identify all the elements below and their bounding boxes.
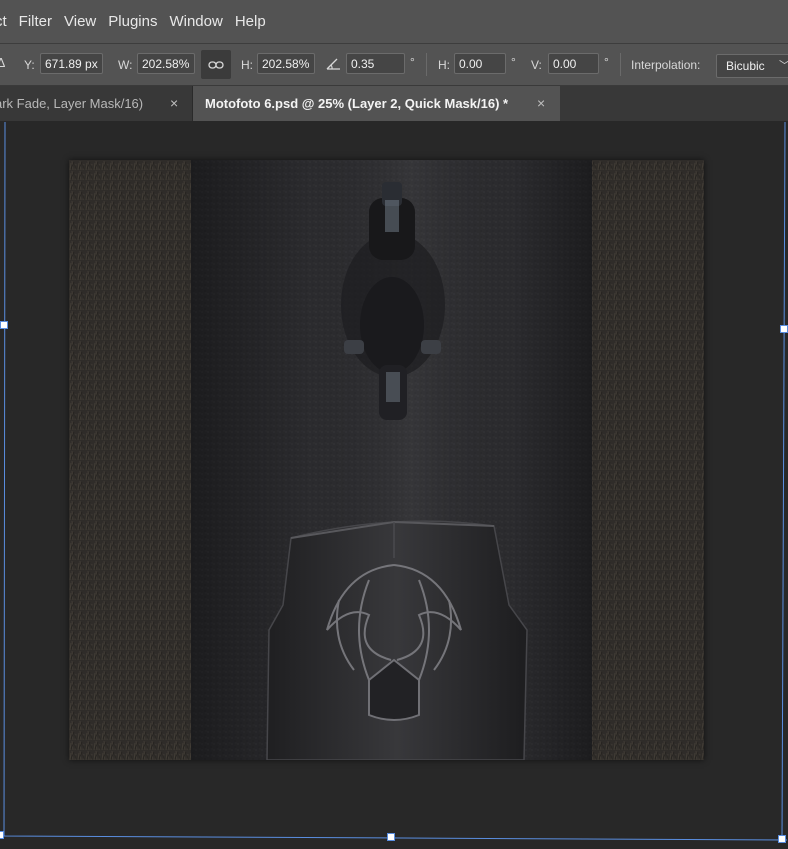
close-icon[interactable]: × xyxy=(537,86,545,121)
rotation-angle-input[interactable] xyxy=(346,53,405,74)
height-label: H: xyxy=(241,58,253,72)
skew-v-degree-unit: ° xyxy=(604,55,609,69)
menu-select[interactable]: ct xyxy=(0,0,13,43)
width-input[interactable] xyxy=(137,53,195,74)
close-icon[interactable]: × xyxy=(170,86,178,121)
separator xyxy=(426,53,427,76)
tab-dark-fade[interactable]: ark Fade, Layer Mask/16) × xyxy=(0,86,192,121)
width-label: W: xyxy=(118,58,133,72)
link-icon xyxy=(208,60,224,69)
tab-title: ark Fade, Layer Mask/16) xyxy=(0,96,144,111)
skew-h-input[interactable] xyxy=(454,53,506,74)
chevron-down-icon: ﹀ xyxy=(779,55,788,77)
interpolation-value: Bicubic xyxy=(726,59,765,73)
skew-v-label: V: xyxy=(531,58,542,72)
options-bar: ∆ Y: W: H: ° H: ° V: ° Interpolation: Bi… xyxy=(0,44,788,86)
interpolation-label: Interpolation: xyxy=(631,58,701,72)
skew-h-degree-unit: ° xyxy=(511,55,516,69)
menu-bar: ct Filter View Plugins Window Help xyxy=(0,0,788,44)
transform-handle-bottom-left[interactable] xyxy=(0,831,4,839)
transform-handle-right[interactable] xyxy=(780,325,788,333)
reference-point-icon[interactable]: ∆ xyxy=(0,55,5,71)
menu-plugins[interactable]: Plugins xyxy=(102,0,163,43)
transform-bounding-box xyxy=(3,122,788,841)
separator xyxy=(620,53,621,76)
menu-help[interactable]: Help xyxy=(229,0,272,43)
y-position-input[interactable] xyxy=(40,53,103,74)
skew-v-input[interactable] xyxy=(548,53,599,74)
y-label: Y: xyxy=(24,58,35,72)
angle-icon xyxy=(326,58,340,70)
interpolation-select[interactable]: Bicubic ﹀ xyxy=(716,54,788,78)
menu-window[interactable]: Window xyxy=(163,0,228,43)
document-tab-bar: ark Fade, Layer Mask/16) × Motofoto 6.ps… xyxy=(0,86,788,121)
tab-motofoto[interactable]: Motofoto 6.psd @ 25% (Layer 2, Quick Mas… xyxy=(193,86,560,121)
tab-title: Motofoto 6.psd @ 25% (Layer 2, Quick Mas… xyxy=(205,96,509,111)
menu-view[interactable]: View xyxy=(58,0,102,43)
transform-handle-bottom-right[interactable] xyxy=(778,835,786,843)
canvas-area[interactable] xyxy=(0,122,788,849)
height-input[interactable] xyxy=(257,53,315,74)
transform-handle-bottom[interactable] xyxy=(387,833,395,841)
menu-filter[interactable]: Filter xyxy=(13,0,58,43)
angle-degree-unit: ° xyxy=(410,55,415,69)
link-button[interactable] xyxy=(201,50,231,79)
transform-handle-left[interactable] xyxy=(0,321,8,329)
skew-h-label: H: xyxy=(438,58,450,72)
